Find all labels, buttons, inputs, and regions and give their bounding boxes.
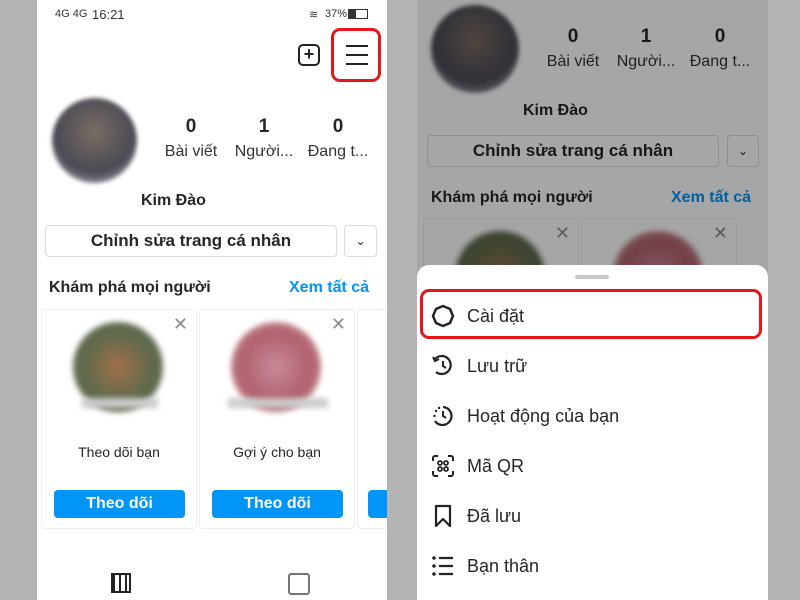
suggestion-card-partial (357, 309, 387, 529)
following-label[interactable]: Đang t... (298, 143, 378, 161)
grid-icon[interactable] (111, 573, 131, 593)
blurred-username (82, 398, 158, 408)
menu-item-archive[interactable]: Lưu trữ (431, 343, 761, 389)
wifi-icon: ≋ (309, 9, 319, 21)
suggestion-card: ✕ Gợi ý cho bạn Theo dõi (199, 309, 355, 529)
close-icon[interactable]: ✕ (173, 314, 188, 335)
edit-profile-button[interactable]: Chỉnh sửa trang cá nhân (45, 225, 337, 257)
follow-button[interactable]: Theo dõi (212, 490, 343, 518)
menu-item-saved[interactable]: Đã lưu (431, 493, 761, 539)
suggestion-reason: Theo dõi bạn (78, 444, 160, 460)
new-post-icon[interactable]: + (298, 44, 320, 66)
chevron-down-icon[interactable]: ⌄ (344, 225, 377, 257)
activity-icon (433, 405, 453, 427)
menu-item-label: Hoạt động của bạn (467, 405, 620, 426)
menu-screen: 0 Bài viết 1 Người... 0 Đang t... Kim Đà… (417, 0, 768, 600)
see-all-link[interactable]: Xem tất cả (289, 279, 369, 297)
menu-item-settings[interactable]: Cài đặt (431, 293, 761, 339)
posts-count: 0 (185, 116, 197, 137)
menu-item-label: Cài đặt (467, 305, 525, 326)
suggestion-reason: Gợi ý cho bạn (233, 444, 321, 460)
posts-label: Bài viết (164, 143, 218, 160)
menu-item-label: Lưu trữ (467, 355, 528, 376)
avatar[interactable] (52, 98, 137, 183)
battery-icon (348, 9, 368, 19)
profile-name: Kim Đào (141, 192, 206, 209)
clock: 16:21 (92, 7, 125, 22)
followers-label[interactable]: Người... (224, 143, 304, 161)
close-icon[interactable]: ✕ (331, 314, 346, 335)
drag-handle[interactable] (575, 275, 609, 279)
menu-item-qr[interactable]: Mã QR (431, 443, 761, 489)
battery-level: 37% (325, 8, 348, 20)
menu-item-activity[interactable]: Hoạt động của bạn (431, 393, 761, 439)
archive-icon (432, 354, 452, 376)
discover-title: Khám phá mọi người (49, 279, 211, 296)
menu-item-label: Bạn thân (467, 555, 540, 576)
blurred-username (228, 398, 328, 408)
following-count[interactable]: 0 (298, 116, 378, 138)
follow-button[interactable]: Theo dõi (54, 490, 185, 518)
suggestion-card: ✕ Theo dõi bạn Theo dõi (41, 309, 197, 529)
tagged-icon[interactable] (288, 573, 310, 595)
qr-icon (432, 455, 454, 477)
signal-indicator: 4G 4G (55, 8, 88, 20)
profile-screen: 4G 4G 16:21 ≋ 37% + 0 Bài viết 1 Người..… (37, 0, 387, 600)
close-friends-icon (432, 556, 453, 576)
bookmark-icon (434, 504, 452, 528)
followers-count[interactable]: 1 (224, 116, 304, 138)
follow-button[interactable] (368, 490, 387, 518)
menu-item-close-friends[interactable]: Bạn thân (431, 543, 761, 589)
menu-item-label: Đã lưu (467, 505, 522, 526)
bottom-sheet: Cài đặt Lưu trữ Hoạt động của bạn Mã QR … (417, 265, 768, 600)
menu-icon[interactable] (346, 45, 368, 65)
menu-item-label: Mã QR (467, 455, 525, 476)
settings-icon (431, 304, 455, 328)
